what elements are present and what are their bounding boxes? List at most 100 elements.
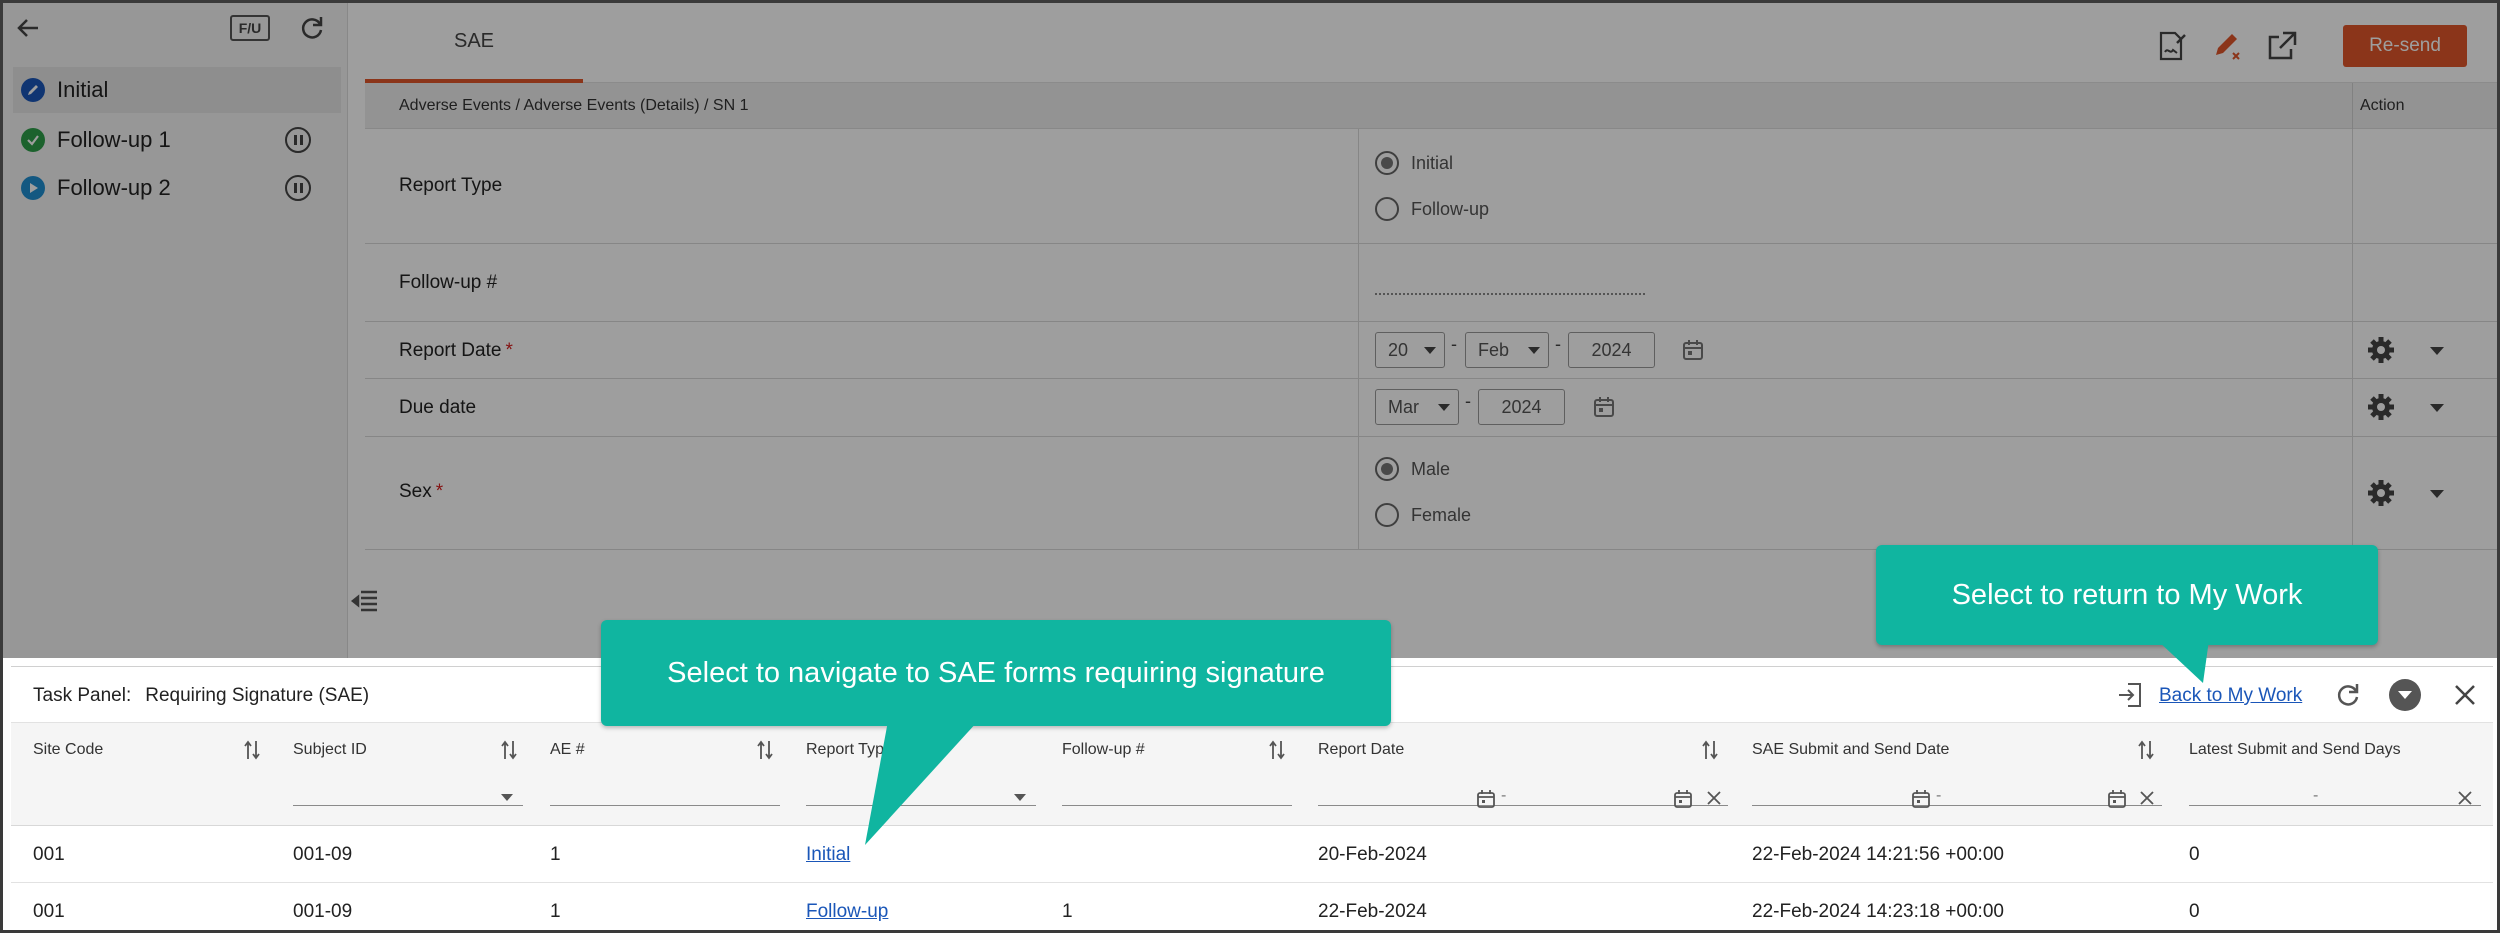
resend-button[interactable]: Re-send	[2343, 25, 2467, 67]
followup-number-row: Follow-up #	[365, 244, 2497, 322]
calendar-icon[interactable]	[1911, 789, 1931, 809]
chevron-down-icon[interactable]	[1014, 794, 1026, 801]
report-date-label: Report Date *	[399, 340, 513, 361]
gear-icon[interactable]	[2365, 477, 2397, 509]
calendar-icon[interactable]	[2107, 789, 2127, 809]
task-panel-name: Requiring Signature (SAE)	[145, 685, 370, 706]
sex-row: Sex * Male Female	[365, 437, 2497, 550]
sort-icon[interactable]	[2137, 739, 2155, 761]
radio-label: Male	[1411, 458, 1451, 479]
clear-filter-icon[interactable]	[1705, 789, 1723, 807]
calendar-icon[interactable]	[1592, 395, 1616, 419]
refresh-icon[interactable]	[297, 13, 327, 43]
report-type-row: Report Type Initial Follow-up	[365, 129, 2497, 244]
due-date-year-input[interactable]: 2024	[1478, 389, 1565, 425]
calendar-icon[interactable]	[1673, 789, 1693, 809]
report-type-followup-radio[interactable]: Follow-up	[1375, 197, 1489, 221]
site-code-cell: 001	[33, 901, 65, 922]
callout-sae-forms: Select to navigate to SAE forms requirin…	[601, 620, 1391, 726]
column-header-followup-number: Follow-up #	[1062, 741, 1145, 758]
close-icon[interactable]	[2451, 681, 2479, 709]
edit-pencil-icon[interactable]	[2210, 29, 2244, 63]
back-to-work-icon[interactable]	[2116, 681, 2144, 709]
sort-icon[interactable]	[1701, 739, 1719, 761]
date-separator: -	[1465, 391, 1471, 411]
pause-icon[interactable]	[285, 175, 311, 201]
refresh-icon[interactable]	[2334, 681, 2362, 709]
calendar-icon[interactable]	[1476, 789, 1496, 809]
radio-label: Female	[1411, 504, 1472, 525]
sidebar: F/U Initial Follow-up 1 Follow-up 2	[3, 3, 348, 658]
report-date-cell: 22-Feb-2024	[1318, 901, 1427, 922]
check-status-icon	[21, 128, 45, 152]
collapse-panel-icon[interactable]	[349, 586, 381, 618]
date-separator: -	[1451, 334, 1457, 354]
collapse-panel-dropdown-icon[interactable]	[2389, 679, 2421, 711]
column-header-sae-submit-date: SAE Submit and Send Date	[1752, 741, 1950, 758]
play-status-icon	[21, 176, 45, 200]
range-separator: -	[1501, 787, 1507, 804]
followup-number-filter[interactable]	[1062, 805, 1292, 806]
callout-my-work: Select to return to My Work	[1876, 545, 2378, 645]
pause-icon[interactable]	[285, 127, 311, 153]
report-date-day-select[interactable]: 20	[1375, 332, 1445, 368]
sidebar-item-followup-1[interactable]: Follow-up 1	[13, 117, 341, 163]
report-type-link[interactable]: Follow-up	[806, 901, 888, 923]
clear-filter-icon[interactable]	[2138, 789, 2156, 807]
due-date-month-select[interactable]: Mar	[1375, 389, 1459, 425]
table-row[interactable]: 001 001-09 1 Initial 20-Feb-2024 22-Feb-…	[11, 827, 2493, 883]
subject-id-cell: 001-09	[293, 901, 353, 922]
report-type-link[interactable]: Initial	[806, 844, 850, 866]
followup-number-cell: 1	[1062, 901, 1073, 922]
range-separator: -	[2313, 787, 2319, 804]
radio-selected-icon	[1375, 151, 1399, 175]
radio-unselected-icon	[1375, 197, 1399, 221]
task-panel-title: Task Panel: Requiring Signature (SAE)	[33, 685, 369, 707]
sidebar-item-label: Follow-up 2	[57, 175, 171, 200]
followup-number-label: Follow-up #	[399, 272, 498, 293]
chevron-down-icon[interactable]	[2430, 490, 2444, 498]
radio-label: Follow-up	[1411, 198, 1490, 219]
gear-icon[interactable]	[2365, 391, 2397, 423]
sidebar-item-followup-2[interactable]: Follow-up 2	[13, 165, 341, 211]
signature-document-icon[interactable]	[2155, 29, 2189, 63]
sort-icon[interactable]	[756, 739, 774, 761]
report-date-filter[interactable]	[1318, 805, 1728, 806]
sex-label: Sex *	[399, 481, 444, 502]
sidebar-item-initial[interactable]: Initial	[13, 67, 341, 113]
subject-id-filter[interactable]	[293, 805, 523, 806]
due-date-row: Due date Mar - 2024	[365, 379, 2497, 437]
column-header-latest-submit-days: Latest Submit and Send Days	[2189, 741, 2401, 758]
sort-icon[interactable]	[1268, 739, 1286, 761]
tab-sae[interactable]: SAE	[365, 3, 583, 83]
column-header-ae-number: AE #	[550, 741, 585, 758]
sex-female-radio[interactable]: Female	[1375, 503, 1471, 527]
chevron-down-icon[interactable]	[501, 794, 513, 801]
ae-number-filter[interactable]	[550, 805, 780, 806]
latest-submit-days-filter[interactable]	[2189, 805, 2481, 806]
sort-icon[interactable]	[243, 739, 261, 761]
calendar-icon[interactable]	[1681, 338, 1705, 362]
chevron-down-icon[interactable]	[2430, 347, 2444, 355]
clear-filter-icon[interactable]	[2456, 789, 2474, 807]
sae-submit-date-filter[interactable]	[1752, 805, 2162, 806]
radio-unselected-icon	[1375, 503, 1399, 527]
report-date-month-select[interactable]: Feb	[1465, 332, 1549, 368]
followup-number-field[interactable]	[1375, 293, 1645, 295]
sex-male-radio[interactable]: Male	[1375, 457, 1450, 481]
task-table-header: Site Code Subject ID AE # Report Type Fo…	[11, 723, 2493, 826]
open-external-icon[interactable]	[2265, 29, 2299, 63]
action-header: Action	[2360, 97, 2405, 114]
back-to-my-work-link[interactable]: Back to My Work	[2159, 685, 2302, 707]
chevron-down-icon[interactable]	[2430, 404, 2444, 412]
sort-icon[interactable]	[500, 739, 518, 761]
gear-icon[interactable]	[2365, 334, 2397, 366]
report-date-year-input[interactable]: 2024	[1568, 332, 1655, 368]
back-arrow-icon[interactable]	[13, 13, 43, 43]
edit-status-icon	[21, 78, 45, 102]
report-type-initial-radio[interactable]: Initial	[1375, 151, 1453, 175]
followup-toggle-button[interactable]: F/U	[230, 15, 270, 41]
column-header-report-date: Report Date	[1318, 741, 1405, 758]
radio-selected-icon	[1375, 457, 1399, 481]
table-row[interactable]: 001 001-09 1 Follow-up 1 22-Feb-2024 22-…	[11, 884, 2493, 930]
